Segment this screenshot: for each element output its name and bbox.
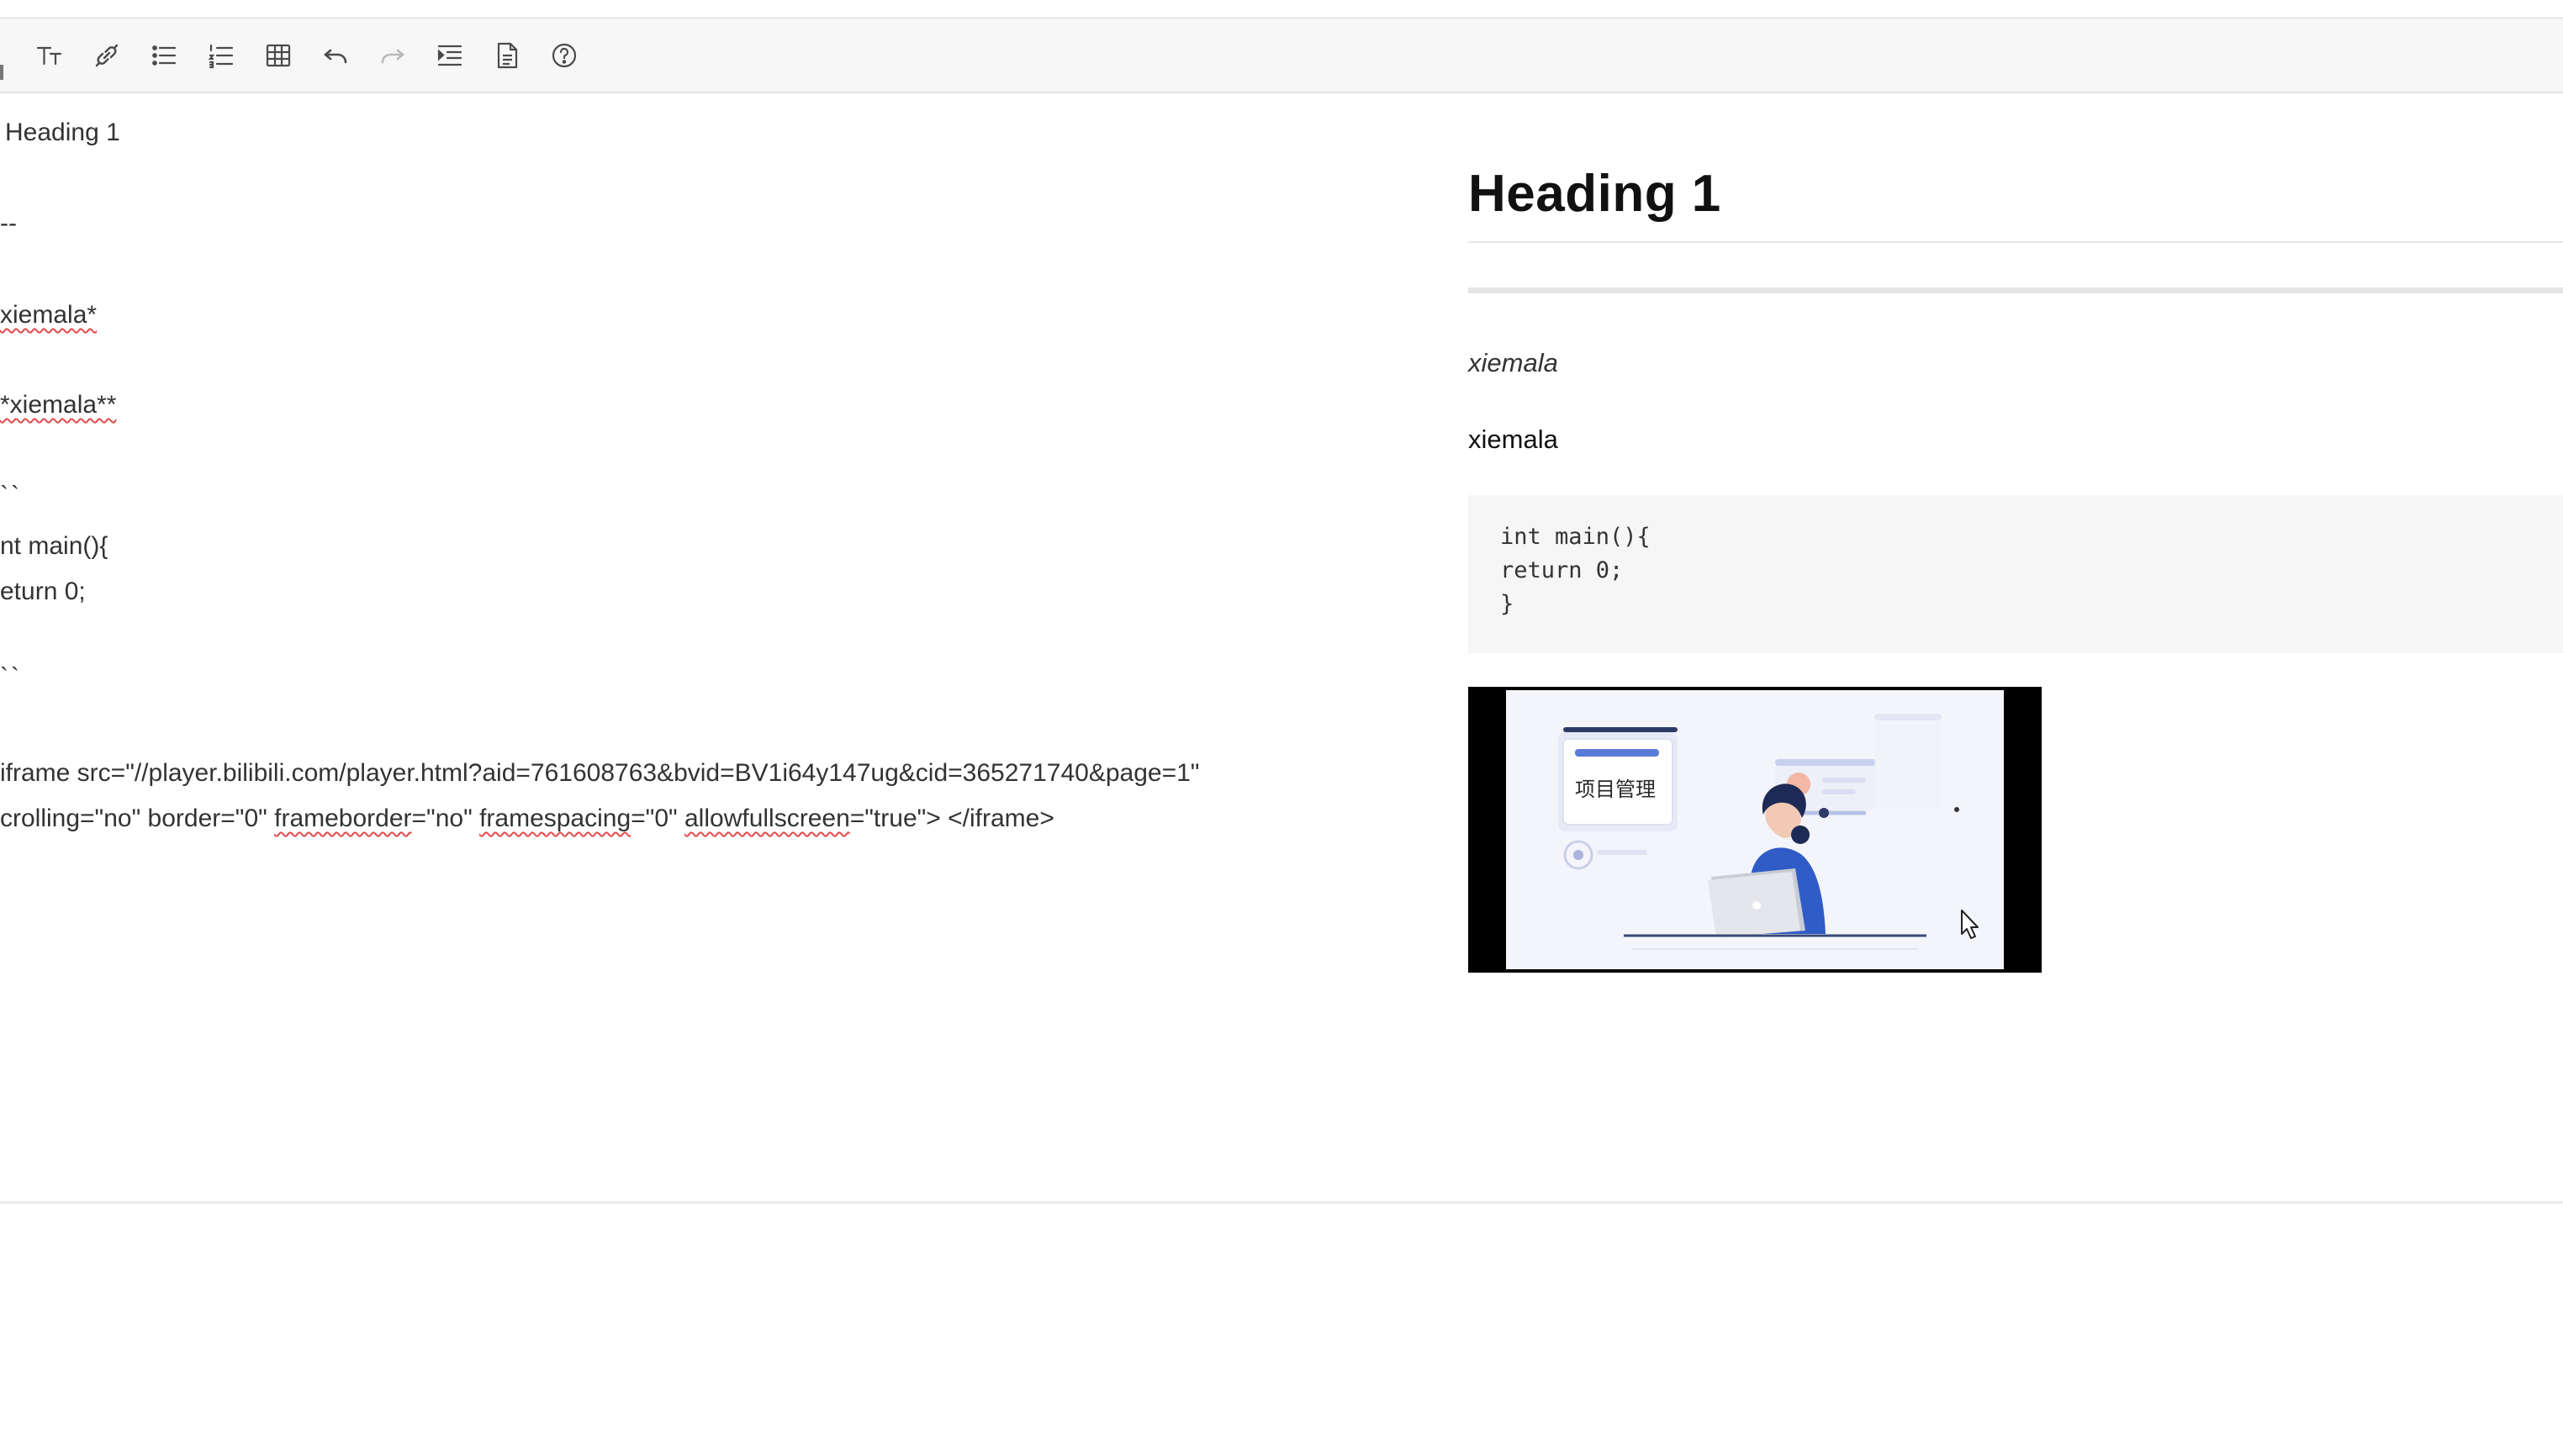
preview-heading: Heading 1 [1468, 165, 1721, 223]
editor-line-bold: *xiemala** [0, 391, 116, 419]
editor-line-fence-close: `` [0, 663, 22, 691]
editor-line-hr: -- [0, 209, 17, 237]
indent-icon [437, 45, 462, 66]
table-button[interactable] [259, 36, 298, 75]
numbered-list-button[interactable] [202, 36, 240, 75]
help-icon [552, 43, 577, 68]
preview-italic-text: xiemala [1468, 348, 1558, 377]
indent-button[interactable] [431, 36, 469, 75]
undo-button[interactable] [316, 36, 355, 75]
undo-icon [324, 49, 347, 64]
toolbar-clipped-button [0, 65, 3, 80]
table-icon [266, 44, 291, 67]
markdown-editor-pane[interactable]: Heading 1 -- xiemala* *xiemala** `` nt m… [0, 93, 1429, 1201]
video-thumbnail[interactable]: 项目管理 [1506, 690, 2004, 969]
link-button[interactable] [87, 36, 126, 75]
preview-bold-text: xiemala [1468, 425, 1558, 454]
embedded-video-player[interactable]: 项目管理 [1468, 687, 2042, 973]
document-button[interactable] [488, 36, 526, 75]
window-top-edge [0, 0, 2563, 19]
redo-icon [381, 49, 404, 64]
preview-horizontal-rule [1468, 288, 2563, 293]
editor-line-code-1: nt main(){ [0, 532, 108, 560]
code-content: int main(){ return 0; } [1500, 524, 1651, 617]
spellcheck-word: frameborder [274, 804, 412, 832]
editor-line-iframe-2: crolling="no" border="0" frameborder="no… [0, 804, 1054, 832]
preview-code-block: int main(){ return 0; } [1468, 495, 2563, 653]
editor-line-heading: Heading 1 [5, 119, 120, 146]
thumbnail-caption: 项目管理 [1575, 778, 1656, 801]
editor-line-fence-open: `` [0, 482, 22, 509]
editor-line-code-2: eturn 0; [0, 578, 86, 605]
document-icon [497, 42, 518, 69]
spellcheck-word: framespacing [479, 804, 632, 832]
spellcheck-word: xiemala* [0, 301, 98, 329]
editor-toolbar [0, 19, 2563, 93]
bullet-list-icon [152, 45, 177, 66]
editor-line-iframe-1: iframe src="//player.bilibili.com/player… [0, 759, 1200, 787]
bullet-list-button[interactable] [145, 36, 183, 75]
markdown-preview-pane: Heading 1 xiemala xiemala int main(){ re… [1468, 93, 2563, 1201]
video-thumbnail-illustration: 项目管理 [1506, 690, 2004, 969]
editor-line-italic: xiemala* [0, 301, 97, 330]
heading-underline [1468, 241, 2563, 243]
text-size-button[interactable] [30, 36, 69, 75]
link-icon [95, 44, 119, 67]
help-button[interactable] [545, 36, 584, 75]
spellcheck-word: *xiemala** [0, 391, 117, 419]
numbered-list-icon [208, 44, 234, 69]
text-size-icon [36, 46, 62, 66]
bottom-divider [0, 1201, 2563, 1204]
spellcheck-word: allowfullscreen [684, 804, 850, 832]
redo-button[interactable] [373, 36, 412, 75]
